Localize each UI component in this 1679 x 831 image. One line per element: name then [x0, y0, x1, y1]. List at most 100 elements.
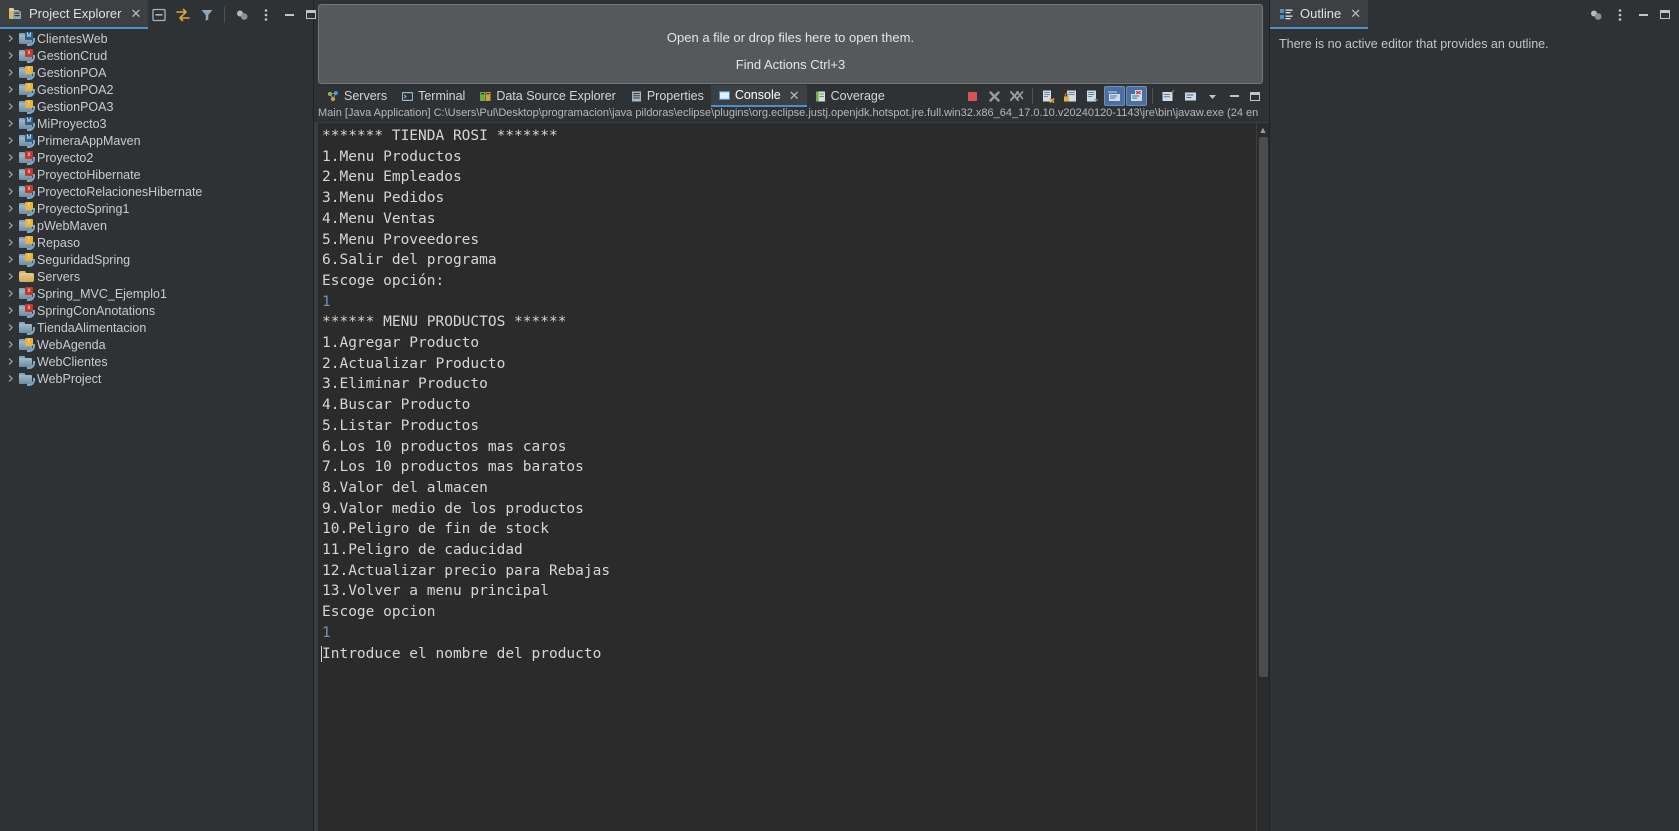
scroll-thumb[interactable]	[1259, 137, 1268, 677]
show-console-on-error-button[interactable]	[1126, 86, 1147, 106]
tab-outline[interactable]: Outline ✕	[1270, 0, 1368, 29]
expand-arrow-icon[interactable]	[4, 357, 17, 366]
properties-icon	[630, 90, 643, 103]
minimize-button[interactable]	[1224, 85, 1244, 107]
tree-item-seguridadspring[interactable]: !SeguridadSpring	[0, 251, 313, 268]
console-icon	[718, 89, 731, 102]
console-line: 8.Valor del almacen	[322, 478, 1256, 499]
maximize-button[interactable]	[301, 4, 321, 26]
expand-arrow-icon[interactable]	[4, 289, 17, 298]
tree-item-miproyecto3[interactable]: MMiProyecto3	[0, 115, 313, 132]
tab-coverage[interactable]: Coverage	[807, 85, 892, 107]
expand-arrow-icon[interactable]	[4, 34, 17, 43]
maximize-button[interactable]	[1655, 4, 1675, 26]
console-line: 1	[322, 292, 1256, 313]
scroll-lock-button[interactable]	[1060, 86, 1081, 106]
expand-arrow-icon[interactable]	[4, 68, 17, 77]
word-wrap-button[interactable]	[1082, 86, 1103, 106]
view-menu-kebab-icon[interactable]	[1609, 4, 1631, 26]
tree-item-springconanotations[interactable]: xSpringConAnotations	[0, 302, 313, 319]
view-menu-icon[interactable]	[1585, 4, 1607, 26]
tab-console[interactable]: Console✕	[711, 85, 807, 107]
tree-item-proyectorelacioneshibernate[interactable]: xProyectoRelacionesHibernate	[0, 183, 313, 200]
collapse-all-icon[interactable]	[148, 4, 170, 26]
maximize-button[interactable]	[1245, 85, 1265, 107]
console-line: 5.Listar Productos	[322, 416, 1256, 437]
maven-project-icon: !	[17, 219, 35, 233]
expand-arrow-icon[interactable]	[4, 238, 17, 247]
terminate-button[interactable]	[962, 86, 983, 106]
show-console-on-output-button[interactable]	[1104, 86, 1125, 106]
expand-arrow-icon[interactable]	[4, 51, 17, 60]
eclipse-workbench: Project Explorer ✕	[0, 0, 1679, 831]
expand-arrow-icon[interactable]	[4, 255, 17, 264]
pin-console-button[interactable]	[1158, 86, 1179, 106]
tree-item-gestionpoa2[interactable]: !GestionPOA2	[0, 81, 313, 98]
expand-arrow-icon[interactable]	[4, 170, 17, 179]
tree-item-pwebmaven[interactable]: !pWebMaven	[0, 217, 313, 234]
servers-icon	[327, 90, 340, 103]
java-project-icon: !	[17, 202, 35, 216]
tree-item-servers[interactable]: Servers	[0, 268, 313, 285]
console-scrollbar[interactable]: ▲	[1256, 123, 1269, 831]
tree-item-webclientes[interactable]: WebClientes	[0, 353, 313, 370]
console-line: 3.Eliminar Producto	[322, 374, 1256, 395]
clear-console-button[interactable]	[1038, 86, 1059, 106]
tab-servers[interactable]: Servers	[320, 85, 394, 107]
tab-properties[interactable]: Properties	[623, 85, 711, 107]
tree-item-repaso[interactable]: !Repaso	[0, 234, 313, 251]
java-project-icon: !	[17, 236, 35, 250]
expand-arrow-icon[interactable]	[4, 119, 17, 128]
tree-item-proyectohibernate[interactable]: xProyectoHibernate	[0, 166, 313, 183]
tree-item-proyecto2[interactable]: xProyecto2	[0, 149, 313, 166]
open-console-dropdown-button[interactable]	[1202, 86, 1223, 106]
tree-item-label: GestionCrud	[35, 49, 107, 63]
expand-arrow-icon[interactable]	[4, 204, 17, 213]
tree-item-clientesweb[interactable]: MClientesWeb	[0, 30, 313, 47]
project-tree[interactable]: MClientesWebxGestionCrud!GestionPOA!Gest…	[0, 29, 313, 387]
project-explorer-view: Project Explorer ✕	[0, 0, 313, 831]
tree-item-label: GestionPOA	[35, 66, 106, 80]
close-icon[interactable]: ✕	[1350, 7, 1361, 20]
expand-arrow-icon[interactable]	[4, 272, 17, 281]
expand-arrow-icon[interactable]	[4, 306, 17, 315]
outline-tabbar: Outline ✕	[1270, 0, 1679, 29]
tree-item-spring_mvc_ejemplo1[interactable]: xSpring_MVC_Ejemplo1	[0, 285, 313, 302]
minimize-button[interactable]	[1633, 4, 1653, 26]
tab-project-explorer[interactable]: Project Explorer ✕	[0, 0, 148, 29]
expand-arrow-icon[interactable]	[4, 221, 17, 230]
scroll-up-arrow[interactable]: ▲	[1257, 123, 1270, 136]
tree-item-webproject[interactable]: WebProject	[0, 370, 313, 387]
remove-launch-button[interactable]	[984, 86, 1005, 106]
remove-all-terminated-button[interactable]	[1006, 86, 1027, 106]
tab-data-source-explorer[interactable]: Data Source Explorer	[472, 85, 623, 107]
expand-arrow-icon[interactable]	[4, 85, 17, 94]
display-selected-console-button[interactable]	[1180, 86, 1201, 106]
maven-project-icon: !	[17, 338, 35, 352]
tree-item-gestioncrud[interactable]: xGestionCrud	[0, 47, 313, 64]
console-output[interactable]: ******* TIENDA ROSI *******1.Menu Produc…	[318, 123, 1256, 831]
expand-arrow-icon[interactable]	[4, 340, 17, 349]
tab-terminal[interactable]: Terminal	[394, 85, 472, 107]
tree-item-tiendaalimentacion[interactable]: TiendaAlimentacion	[0, 319, 313, 336]
tree-item-proyectospring1[interactable]: !ProyectoSpring1	[0, 200, 313, 217]
expand-arrow-icon[interactable]	[4, 323, 17, 332]
close-icon[interactable]: ✕	[789, 89, 800, 102]
tree-item-primeraappmaven[interactable]: MPrimeraAppMaven	[0, 132, 313, 149]
minimize-button[interactable]	[279, 4, 299, 26]
editor-drop-zone[interactable]: Open a file or drop files here to open t…	[318, 4, 1263, 84]
expand-arrow-icon[interactable]	[4, 187, 17, 196]
filter-icon[interactable]	[196, 4, 218, 26]
tree-item-gestionpoa[interactable]: !GestionPOA	[0, 64, 313, 81]
expand-arrow-icon[interactable]	[4, 374, 17, 383]
tree-item-gestionpoa3[interactable]: !GestionPOA3	[0, 98, 313, 115]
expand-arrow-icon[interactable]	[4, 136, 17, 145]
view-menu-icon[interactable]	[231, 4, 253, 26]
tree-item-webagenda[interactable]: !WebAgenda	[0, 336, 313, 353]
view-menu-kebab-icon[interactable]	[255, 4, 277, 26]
expand-arrow-icon[interactable]	[4, 102, 17, 111]
link-with-editor-icon[interactable]	[172, 4, 194, 26]
expand-arrow-icon[interactable]	[4, 153, 17, 162]
tab-label: Coverage	[831, 89, 885, 103]
close-icon[interactable]: ✕	[130, 7, 141, 20]
